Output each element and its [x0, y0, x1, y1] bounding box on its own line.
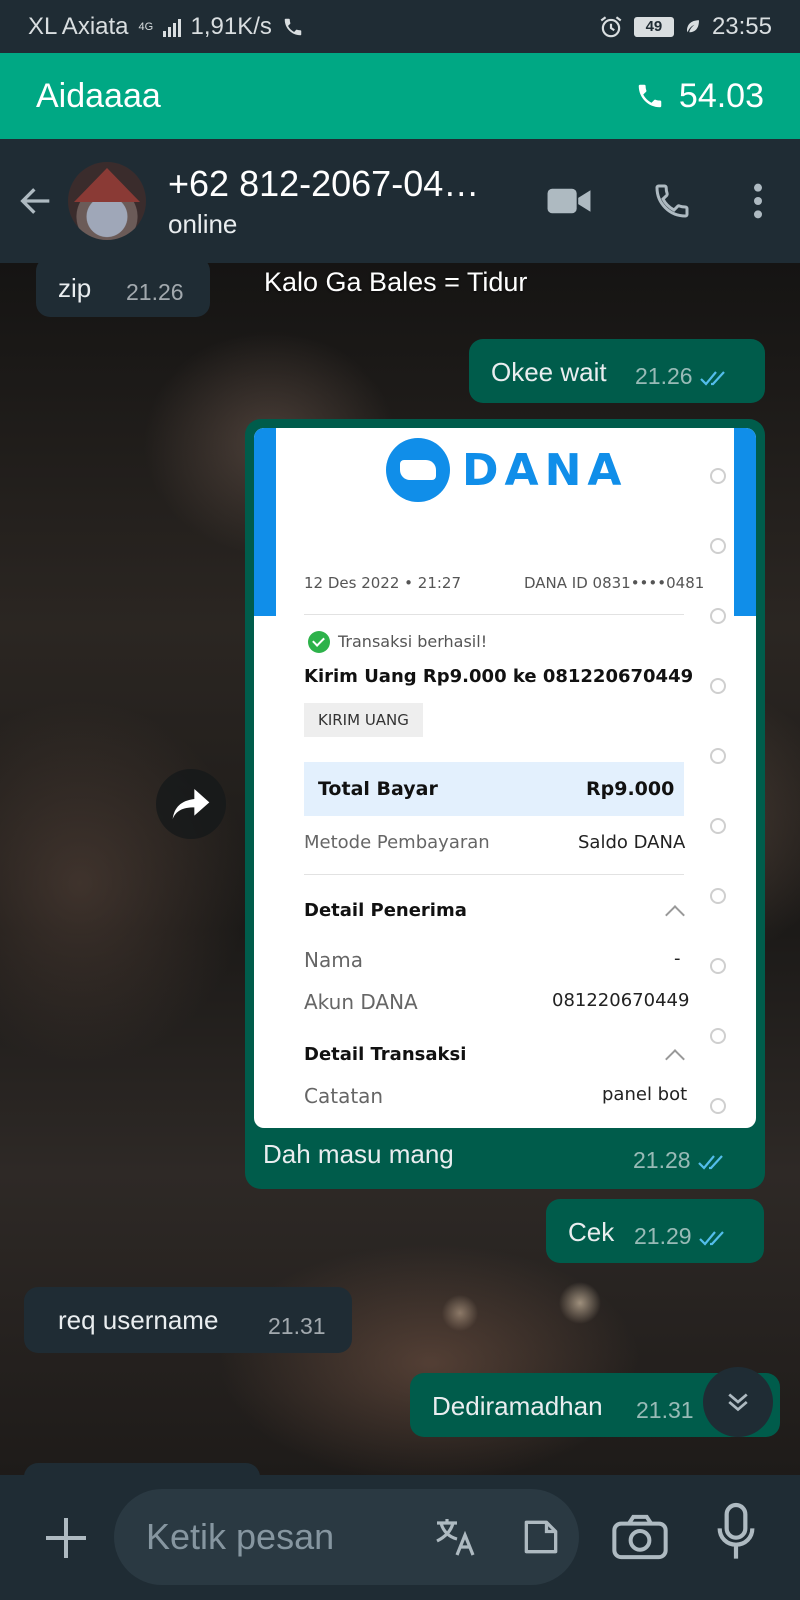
receipt-title: Kirim Uang Rp9.000 ke 081220670449 [304, 666, 694, 687]
collapse-icon[interactable] [665, 905, 685, 925]
more-vert-icon[interactable] [752, 181, 764, 221]
message-text: Okee wait [491, 357, 607, 387]
carrier-name: XL Axiata [28, 12, 129, 40]
call-contact-name: Aidaaaa [36, 76, 161, 115]
total-value: Rp9.000 [586, 778, 675, 800]
forward-button[interactable] [156, 769, 226, 839]
note-label: Catatan [304, 1084, 384, 1108]
alarm-icon [600, 15, 622, 37]
chat-overlay-text: Kalo Ga Bales = Tidur [264, 267, 528, 297]
message-outgoing[interactable]: Okee wait 21.26 [469, 339, 765, 403]
clock: 23:55 [711, 12, 772, 40]
note-value: panel bot [602, 1084, 688, 1105]
message-time: 21.31 [636, 1397, 694, 1423]
call-duration: 54.03 [678, 76, 764, 115]
network-type: 4G [138, 20, 154, 33]
transaction-type-chip: KIRIM UANG [304, 703, 423, 737]
battery-indicator: 49 [633, 16, 674, 37]
message-text: req username [58, 1305, 219, 1335]
receipt-status: Transaksi berhasil! [338, 632, 488, 651]
watermark-strip [708, 428, 728, 1128]
recipient-heading: Detail Penerima [304, 900, 467, 921]
message-incoming-partial[interactable] [24, 1463, 260, 1475]
dana-receipt-image[interactable]: DANA 12 Des 2022 • 21:27 DANA ID 0831•••… [254, 428, 756, 1128]
name-value: - [674, 948, 681, 969]
video-call-icon[interactable] [546, 184, 592, 218]
image-caption: Dah masu mang [263, 1139, 454, 1169]
transaction-heading: Detail Transaksi [304, 1044, 467, 1065]
status-bar: XL Axiata 4G 1,91K/s 49 23:55 [0, 0, 800, 53]
name-label: Nama [304, 948, 363, 972]
message-placeholder: Ketik pesan [146, 1516, 335, 1557]
camera-icon[interactable] [611, 1512, 669, 1562]
phone-icon [638, 84, 662, 108]
scroll-to-bottom-button[interactable] [703, 1367, 773, 1437]
message-input-bar: Ketik pesan [0, 1475, 800, 1600]
message-incoming[interactable]: req username 21.31 [24, 1287, 352, 1353]
plus-icon [46, 1517, 86, 1558]
sticker-icon[interactable] [519, 1515, 563, 1559]
read-ticks-icon [697, 1155, 723, 1170]
ongoing-call-banner[interactable]: Aidaaaa 54.03 [0, 53, 800, 139]
account-label: Akun DANA [304, 990, 418, 1014]
message-time: 21.31 [268, 1313, 326, 1339]
voice-call-icon[interactable] [652, 181, 692, 221]
chat-area[interactable]: Kalo Ga Bales = Tidur zip 21.26 Okee wai… [0, 263, 800, 1475]
contact-name: +62 812-2067-04… [168, 162, 480, 204]
method-value: Saldo DANA [578, 832, 686, 853]
dana-logo-icon [386, 438, 450, 502]
message-text: zip [58, 273, 92, 303]
scroll-down-icon [728, 1393, 748, 1412]
phone-icon [284, 18, 302, 35]
message-input[interactable]: Ketik pesan [114, 1489, 579, 1585]
message-time: 21.29 [634, 1223, 728, 1250]
receipt-dana-id: DANA ID 0831••••0481 [524, 574, 705, 592]
contact-status: online [168, 208, 238, 239]
message-time: 21.26 [126, 279, 184, 305]
message-time: 21.28 [633, 1147, 727, 1174]
message-time: 21.26 [635, 363, 729, 390]
message-outgoing-image[interactable]: DANA 12 Des 2022 • 21:27 DANA ID 0831•••… [245, 419, 765, 1189]
translate-icon[interactable] [433, 1513, 481, 1561]
total-label: Total Bayar [318, 778, 438, 800]
contact-info[interactable]: +62 812-2067-04… online [168, 163, 479, 240]
signal-icon [162, 17, 181, 37]
back-arrow-icon[interactable] [16, 181, 56, 221]
collapse-icon[interactable] [665, 1049, 685, 1069]
dana-logo: DANA [386, 438, 627, 502]
message-incoming[interactable]: zip 21.26 [36, 263, 210, 317]
forward-icon [172, 789, 210, 819]
mic-icon[interactable] [715, 1502, 757, 1564]
avatar[interactable] [68, 162, 146, 240]
attach-button[interactable] [36, 1508, 96, 1568]
message-text: Cek [568, 1217, 615, 1247]
message-outgoing[interactable]: Cek 21.29 [546, 1199, 764, 1263]
success-check-icon [308, 631, 330, 653]
leaf-icon [686, 19, 699, 32]
read-ticks-icon [699, 371, 725, 386]
receipt-datetime: 12 Des 2022 • 21:27 [304, 574, 462, 592]
account-value: 081220670449 [552, 990, 690, 1011]
network-speed: 1,91K/s [190, 12, 272, 40]
method-label: Metode Pembayaran [304, 832, 490, 853]
message-text: Dediramadhan [432, 1391, 603, 1421]
chat-header: +62 812-2067-04… online [0, 139, 800, 263]
read-ticks-icon [698, 1231, 724, 1246]
